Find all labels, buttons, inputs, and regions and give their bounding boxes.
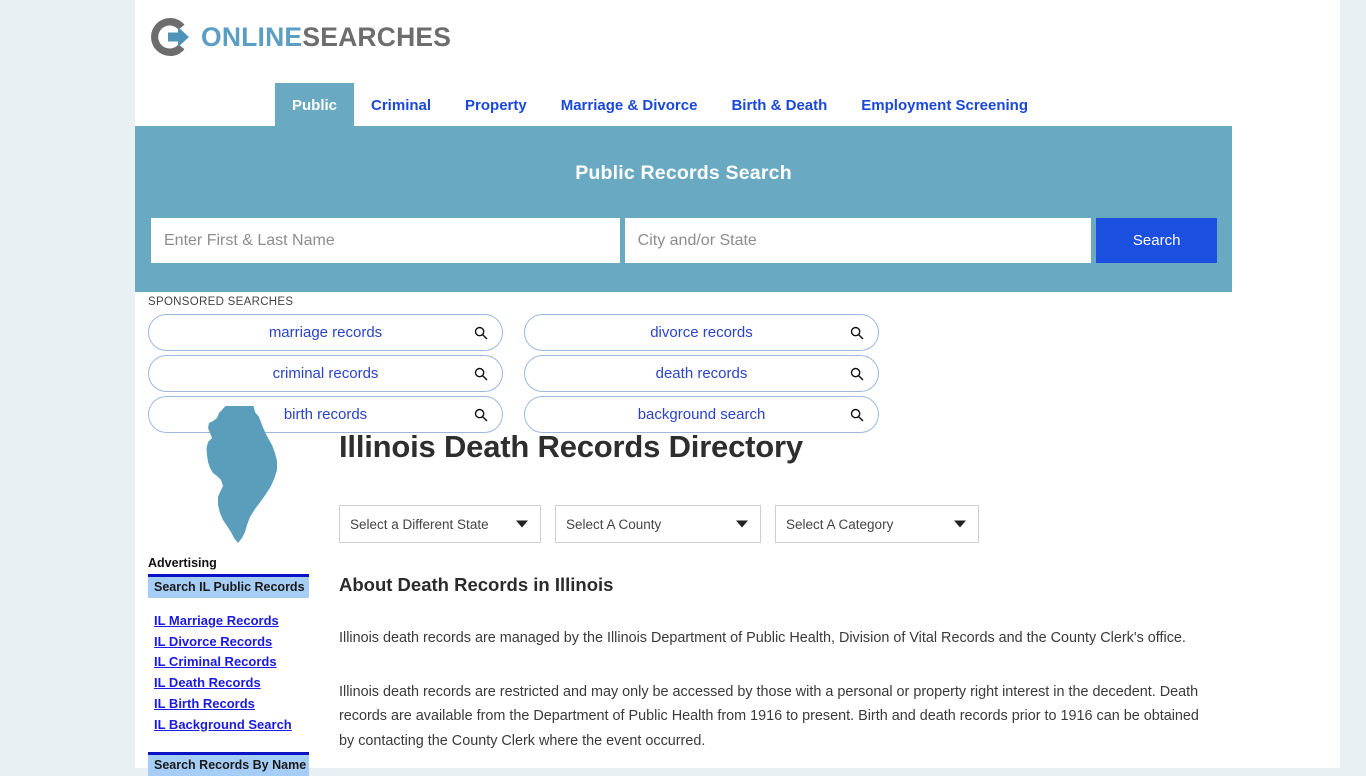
sidebar-link-il-marriage-records[interactable]: IL Marriage Records: [154, 611, 309, 632]
sidebar-link-il-background-search[interactable]: IL Background Search: [154, 715, 309, 736]
sidebar-link-list: IL Marriage Records IL Divorce Records I…: [148, 611, 309, 735]
search-icon: [850, 367, 864, 380]
sponsored-pill-criminal-records[interactable]: criminal records: [148, 355, 503, 392]
search-form: Search: [151, 218, 1217, 263]
nav-item-public[interactable]: Public: [275, 83, 355, 127]
search-location-input[interactable]: [624, 218, 1092, 263]
search-icon: [474, 326, 488, 339]
sidebar-link-il-criminal-records[interactable]: IL Criminal Records: [154, 652, 309, 673]
pill-label: divorce records: [650, 324, 753, 341]
page-container: ONLINESEARCHES Public Criminal Property …: [135, 0, 1340, 776]
sponsored-pill-marriage-records[interactable]: marriage records: [148, 314, 503, 351]
public-records-search-banner: Public Records Search Search: [135, 126, 1232, 292]
illinois-state-map-icon: [206, 406, 277, 543]
dropdown-label: Select A Category: [786, 516, 894, 532]
content-paragraph-1: Illinois death records are managed by th…: [339, 630, 1186, 646]
sidebar-section-header-search-by-name: Search Records By Name: [148, 752, 309, 776]
content-heading: About Death Records in Illinois: [339, 574, 614, 595]
search-name-input[interactable]: [151, 218, 620, 263]
sidebar-link-il-divorce-records[interactable]: IL Divorce Records: [154, 632, 309, 653]
pill-label: criminal records: [272, 365, 379, 382]
circle-arrow-logo-icon: [151, 18, 189, 56]
sponsored-pill-grid: marriage records divorce records crimina…: [148, 314, 1227, 433]
sponsored-pill-divorce-records[interactable]: divorce records: [524, 314, 879, 351]
sponsored-searches-label: SPONSORED SEARCHES: [148, 296, 294, 308]
sidebar-link-il-birth-records[interactable]: IL Birth Records: [154, 694, 309, 715]
select-category-dropdown[interactable]: Select A Category: [775, 505, 979, 543]
dropdown-label: Select a Different State: [350, 516, 489, 532]
advertising-label: Advertising: [148, 556, 217, 570]
search-icon: [474, 408, 488, 421]
pill-label: background search: [637, 406, 766, 423]
site-header: ONLINESEARCHES: [135, 0, 1340, 83]
sidebar-link-il-death-records[interactable]: IL Death Records: [154, 673, 309, 694]
sponsored-pill-background-search[interactable]: background search: [524, 396, 879, 433]
sidebar-section-header-public-records: Search IL Public Records: [148, 574, 309, 598]
main-navigation: Public Criminal Property Marriage & Divo…: [135, 83, 1340, 127]
select-state-dropdown[interactable]: Select a Different State: [339, 505, 541, 543]
chevron-down-icon: [954, 520, 966, 528]
filter-dropdowns: Select a Different State Select A County…: [339, 505, 979, 543]
logo-text-online: ONLINE: [201, 21, 303, 52]
dropdown-label: Select A County: [566, 516, 662, 532]
advertising-sidebar: Advertising Search IL Public Records IL …: [148, 556, 309, 776]
search-icon: [850, 408, 864, 421]
chevron-down-icon: [736, 520, 748, 528]
nav-item-marriage-divorce[interactable]: Marriage & Divorce: [544, 83, 715, 127]
search-submit-button[interactable]: Search: [1096, 218, 1217, 263]
nav-item-criminal[interactable]: Criminal: [354, 83, 448, 127]
nav-item-birth-death[interactable]: Birth & Death: [714, 83, 844, 127]
pill-label: death records: [655, 365, 748, 382]
chevron-down-icon: [516, 520, 528, 528]
search-icon: [474, 367, 488, 380]
nav-item-employment-screening[interactable]: Employment Screening: [844, 83, 1045, 127]
main-content: About Death Records in Illinois Illinois…: [339, 574, 1209, 753]
pill-label: birth records: [283, 406, 368, 423]
sponsored-pill-death-records[interactable]: death records: [524, 355, 879, 392]
logo-text-searches: SEARCHES: [302, 21, 452, 52]
page-title: Illinois Death Records Directory: [339, 429, 803, 464]
site-logo[interactable]: ONLINESEARCHES: [148, 15, 451, 59]
search-icon: [850, 326, 864, 339]
sponsored-searches-section: SPONSORED SEARCHES marriage records divo…: [148, 296, 1227, 433]
nav-item-property[interactable]: Property: [448, 83, 544, 127]
banner-title: Public Records Search: [575, 162, 792, 184]
select-county-dropdown[interactable]: Select A County: [555, 505, 761, 543]
pill-label: marriage records: [268, 324, 383, 341]
content-paragraph-2: Illinois death records are restricted an…: [339, 684, 1199, 749]
